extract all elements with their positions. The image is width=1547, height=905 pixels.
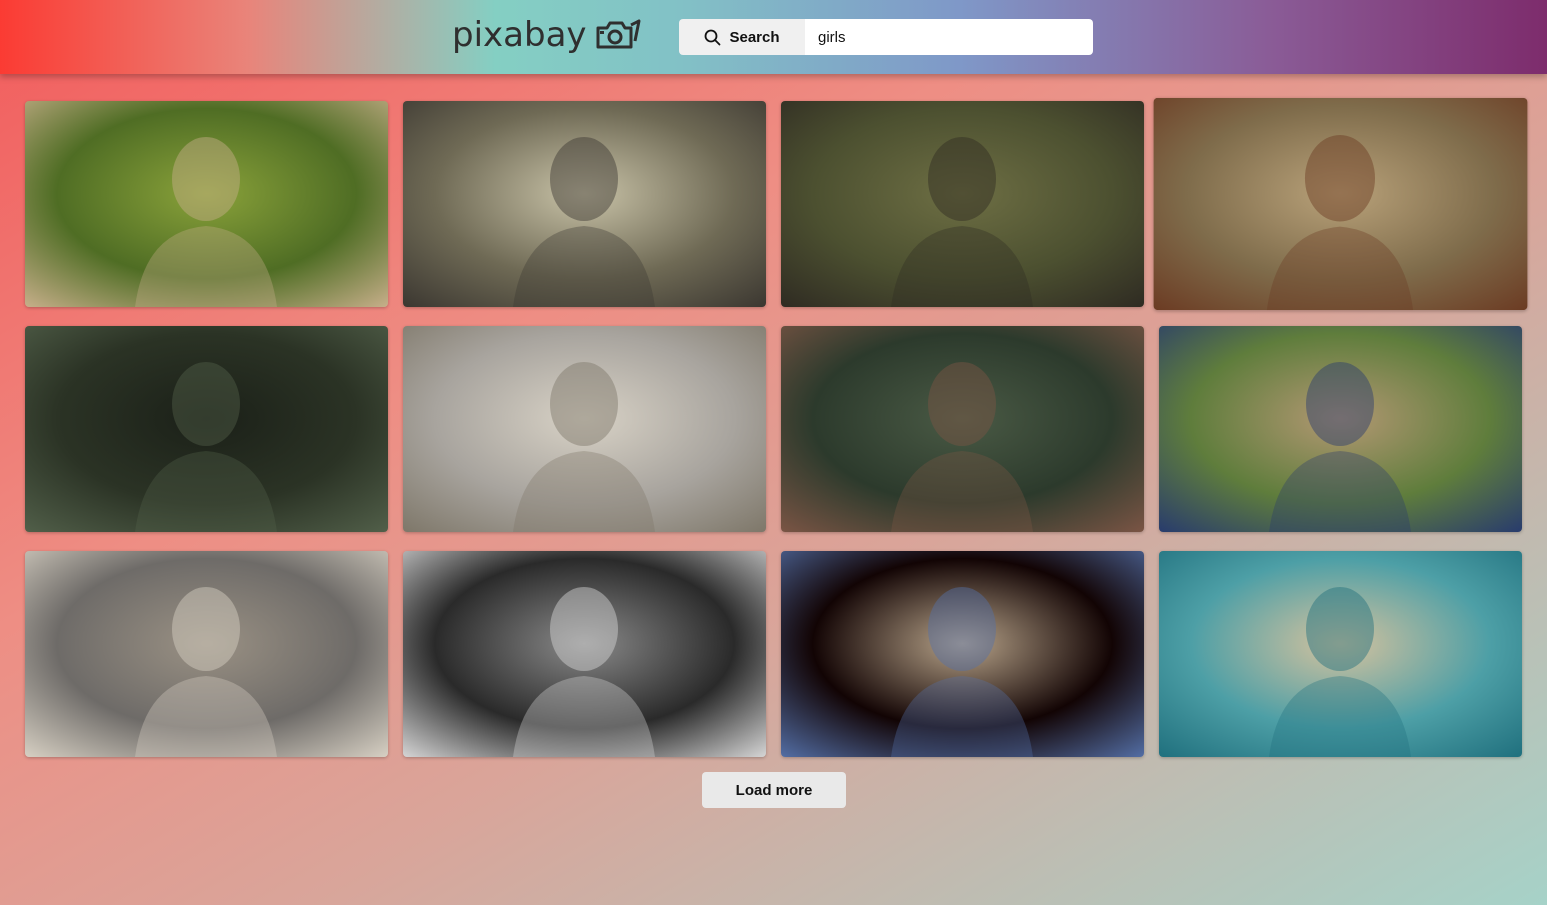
photo-subject-head — [172, 137, 240, 221]
gallery-photo-black-and-white-portrait[interactable] — [403, 551, 766, 757]
search-button[interactable]: Search — [679, 19, 805, 55]
photo-image — [781, 551, 1144, 757]
top-bar: pixabay Search — [0, 0, 1547, 74]
photo-subject-head — [550, 137, 618, 221]
gallery-photo-woman-with-blue-hair-and-sunglasses[interactable] — [1159, 551, 1522, 757]
gallery-photo-aerial-silk-acrobat[interactable] — [781, 551, 1144, 757]
photo-image — [403, 101, 766, 307]
photo-subject-head — [928, 137, 996, 221]
search-icon — [705, 29, 721, 45]
photo-subject-head — [550, 587, 618, 671]
image-gallery — [25, 97, 1528, 757]
photo-subject-head — [550, 362, 618, 446]
gallery-photo-red-haired-woman-in-bushes[interactable] — [781, 326, 1144, 532]
photo-subject-head — [1306, 587, 1374, 671]
photo-image — [1159, 551, 1522, 757]
search-input[interactable] — [805, 19, 1093, 55]
logo-text: pixabay — [452, 15, 587, 55]
photo-image — [403, 551, 766, 757]
photo-image — [403, 326, 766, 532]
photo-image — [781, 326, 1144, 532]
gallery-photo-girl-blowing-bubbles[interactable] — [1159, 326, 1522, 532]
camera-icon — [596, 19, 641, 49]
gallery-photo-girl-portrait-green-background[interactable] — [781, 101, 1144, 307]
photo-subject-head — [928, 587, 996, 671]
photo-subject-head — [1304, 134, 1376, 222]
gallery-photo-girl-sitting-in-dry-grass[interactable] — [403, 101, 766, 307]
gallery-photo-woman-in-niqab[interactable] — [25, 326, 388, 532]
search-form: Search — [679, 19, 1093, 55]
gallery-photo-woman-by-stone-stairs[interactable] — [403, 326, 766, 532]
photo-subject-head — [172, 587, 240, 671]
photo-subject-head — [172, 362, 240, 446]
load-more-button[interactable]: Load more — [702, 772, 846, 808]
gallery-photo-woman-hiding-behind-sweater[interactable] — [25, 551, 388, 757]
gallery-photo-girl-lying-in-grass[interactable] — [25, 101, 388, 307]
photo-image — [25, 551, 388, 757]
pixabay-logo[interactable]: pixabay — [452, 14, 641, 56]
photo-image — [1153, 97, 1528, 311]
photo-image — [1159, 326, 1522, 532]
photo-image — [25, 101, 388, 307]
photo-subject-head — [928, 362, 996, 446]
gallery-photo-woman-with-shawl-in-autumn[interactable] — [1153, 97, 1528, 311]
photo-image — [781, 101, 1144, 307]
photo-image — [25, 326, 388, 532]
photo-subject-head — [1306, 362, 1374, 446]
search-button-label: Search — [729, 28, 780, 46]
